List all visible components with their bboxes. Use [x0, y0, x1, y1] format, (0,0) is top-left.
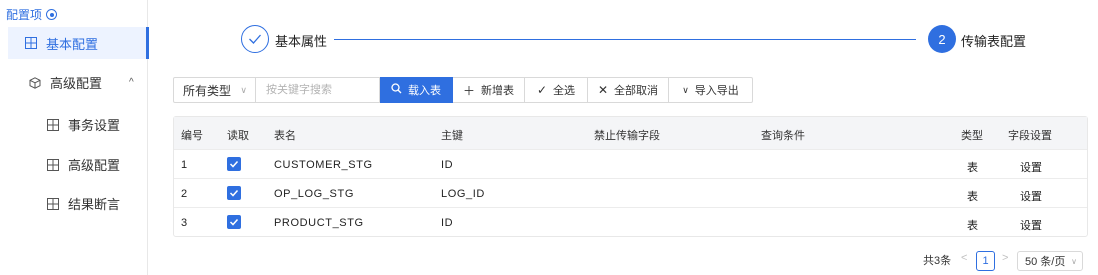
load-table-label: 载入表 [408, 85, 441, 97]
primary-key: ID [441, 217, 454, 229]
primary-key: ID [441, 159, 454, 171]
table-type: 表 [967, 191, 978, 203]
step-1-indicator[interactable] [241, 25, 269, 53]
sidebar: 配置项 基本配置 高级配置 ^ 事务设置 高级配置 结果断言 [0, 0, 149, 275]
import-export-label: 导入导出 [694, 85, 739, 97]
row-number: 3 [181, 217, 188, 229]
grid-icon [47, 197, 59, 210]
step-2-label: 传输表配置 [961, 34, 1027, 49]
table-row: 2 OP_LOG_STG LOG_ID 表 设置 [174, 178, 1087, 207]
prev-page-icon[interactable]: < [961, 252, 967, 264]
chevron-up-icon[interactable]: ^ [129, 77, 134, 88]
column-header: 字段设置 [1008, 130, 1052, 142]
column-header: 表名 [274, 130, 296, 142]
read-checkbox[interactable] [227, 215, 241, 229]
current-page-button[interactable]: 1 [976, 251, 995, 271]
add-table-label: 新增表 [481, 85, 514, 97]
check-icon: ✓ [536, 83, 548, 97]
select-all-label: 全选 [553, 85, 576, 97]
add-table-button[interactable]: ＋ 新增表 [453, 77, 525, 103]
table-name: OP_LOG_STG [274, 188, 354, 200]
chevron-down-icon: ∨ [1071, 256, 1077, 266]
page-size-value: 50 条/页 [1025, 256, 1066, 268]
field-settings-link[interactable]: 设置 [1020, 217, 1042, 233]
close-icon: ✕ [597, 83, 609, 97]
read-checkbox[interactable] [227, 157, 241, 171]
column-header: 读取 [227, 130, 249, 142]
sidebar-item-label: 高级配置 [50, 76, 103, 91]
sidebar-item-label: 高级配置 [68, 158, 121, 173]
deselect-all-button[interactable]: ✕ 全部取消 [588, 77, 669, 103]
sidebar-item-result-assertion[interactable]: 结果断言 [47, 194, 120, 213]
column-header: 类型 [961, 130, 983, 142]
read-checkbox[interactable] [227, 186, 241, 200]
column-header: 编号 [181, 130, 203, 142]
deselect-all-label: 全部取消 [614, 85, 659, 97]
next-page-icon[interactable]: > [1002, 252, 1008, 264]
step-1-label: 基本属性 [275, 34, 328, 49]
cube-icon [29, 76, 41, 89]
grid-icon [47, 118, 59, 131]
type-select-value: 所有类型 [183, 83, 232, 98]
field-settings-link[interactable]: 设置 [1020, 188, 1042, 204]
sidebar-item-transaction-settings[interactable]: 事务设置 [47, 115, 120, 134]
pagination-total: 共3条 [923, 255, 952, 267]
sidebar-item-label: 结果断言 [68, 197, 121, 212]
table-type: 表 [967, 220, 978, 232]
import-export-button[interactable]: ∨ 导入导出 [669, 77, 753, 103]
plus-icon: ＋ [462, 83, 475, 98]
table-row: 1 CUSTOMER_STG ID 表 设置 [174, 149, 1087, 178]
sidebar-item-advanced-config-sub[interactable]: 高级配置 [47, 155, 120, 174]
sidebar-title: 配置项 [6, 6, 58, 23]
sidebar-item-label: 事务设置 [68, 118, 121, 133]
table-type: 表 [967, 162, 978, 174]
chevron-down-icon: ∨ [240, 84, 247, 95]
row-number: 1 [181, 159, 188, 171]
grid-icon [25, 37, 37, 49]
sidebar-item-basic-config[interactable]: 基本配置 [8, 27, 149, 59]
step-2-indicator[interactable]: 2 [928, 25, 956, 53]
chevron-down-icon: ∨ [682, 84, 689, 95]
tables-table: 编号 读取 表名 主键 禁止传输字段 查询条件 类型 字段设置 1 CUSTOM… [173, 116, 1088, 237]
search-input[interactable] [256, 77, 380, 103]
toolbar: 所有类型 ∨ 载入表 ＋ 新增表 ✓ 全选 ✕ 全部取消 ∨ 导入导出 [173, 77, 753, 103]
primary-key: LOG_ID [441, 188, 485, 200]
column-header: 禁止传输字段 [594, 130, 660, 142]
page-size-select[interactable]: 50 条/页 ∨ [1017, 251, 1083, 271]
select-all-button[interactable]: ✓ 全选 [525, 77, 588, 103]
row-number: 2 [181, 188, 188, 200]
type-select[interactable]: 所有类型 ∨ [173, 77, 256, 103]
sidebar-item-advanced-config[interactable]: 高级配置 ^ [29, 73, 134, 92]
step-connector [334, 39, 916, 40]
field-settings-link[interactable]: 设置 [1020, 159, 1042, 175]
table-name: PRODUCT_STG [274, 217, 364, 229]
sidebar-item-label: 基本配置 [46, 36, 99, 52]
search-icon [391, 83, 402, 97]
sidebar-title-label: 配置项 [6, 8, 43, 22]
table-row: 3 PRODUCT_STG ID 表 设置 [174, 207, 1087, 236]
grid-icon [47, 158, 59, 171]
table-name: CUSTOMER_STG [274, 159, 373, 171]
table-header: 编号 读取 表名 主键 禁止传输字段 查询条件 类型 字段设置 [174, 117, 1087, 149]
target-icon [46, 9, 58, 20]
load-table-button[interactable]: 载入表 [380, 77, 453, 103]
column-header: 查询条件 [761, 130, 805, 142]
check-icon [249, 34, 261, 44]
column-header: 主键 [441, 130, 463, 142]
